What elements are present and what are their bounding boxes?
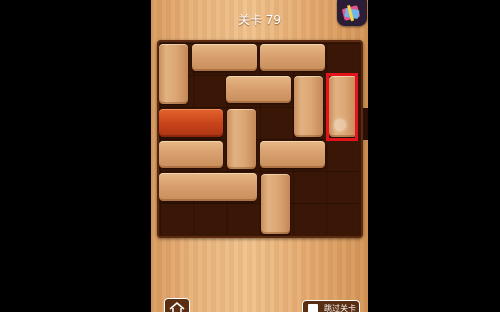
block-horizontal-4[interactable] bbox=[260, 141, 325, 168]
block-vertical-4[interactable] bbox=[261, 174, 290, 234]
target-red-block[interactable] bbox=[159, 109, 223, 137]
block-horizontal-2[interactable] bbox=[226, 76, 291, 103]
tap-indicator bbox=[334, 119, 346, 131]
skip-level-label: 跳过关卡 bbox=[324, 304, 356, 312]
block-horizontal-top-1[interactable] bbox=[192, 44, 257, 71]
skip-level-button[interactable]: 跳过关卡 bbox=[302, 300, 360, 312]
gift-card-icon[interactable] bbox=[337, 0, 367, 26]
block-horizontal-top-2[interactable] bbox=[260, 44, 325, 71]
video-icon bbox=[308, 304, 318, 312]
block-horizontal-long[interactable] bbox=[159, 173, 257, 201]
level-title: 关卡 79 bbox=[237, 13, 282, 27]
home-icon bbox=[169, 302, 185, 312]
block-horizontal-3[interactable] bbox=[159, 141, 223, 168]
block-vertical-2[interactable] bbox=[294, 76, 323, 137]
block-vertical-1[interactable] bbox=[159, 44, 188, 104]
hint-highlight bbox=[326, 73, 358, 141]
home-button[interactable] bbox=[164, 298, 190, 312]
block-vertical-3[interactable] bbox=[227, 109, 256, 169]
exit-slot bbox=[363, 108, 368, 140]
